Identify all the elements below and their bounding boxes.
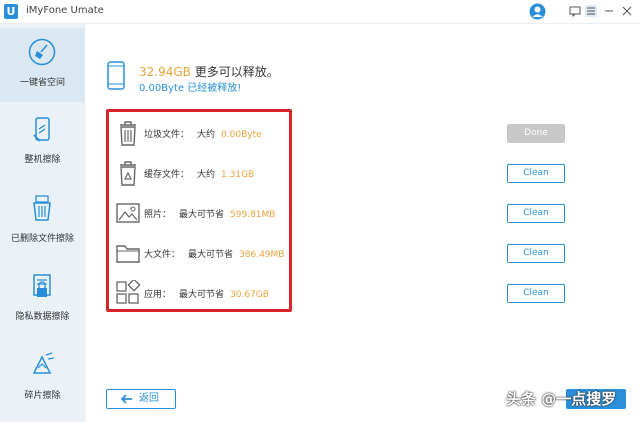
clean-cache-button[interactable]: Clean	[507, 164, 565, 183]
title-bar: U iMyFone Umate	[0, 0, 640, 24]
sidebar-item-erase-all[interactable]: 整机擦除	[0, 105, 85, 179]
sidebar-item-label: 碎片擦除	[24, 391, 61, 401]
private-data-icon	[33, 274, 51, 297]
back-button[interactable]: 返回	[106, 389, 176, 409]
sidebar-item-one-click-free-space[interactable]: 一键省空间	[0, 28, 85, 102]
sidebar-item-label: 整机擦除	[24, 155, 61, 165]
sidebar-item-erase-fragments[interactable]: 碎片擦除	[0, 341, 85, 415]
sidebar-item-erase-private-data[interactable]: 隐私数据擦除	[0, 262, 85, 336]
freed-summary: 0.00Byte 已经被释放!	[139, 83, 242, 94]
back-label: 返回	[139, 393, 159, 404]
broom-icon	[28, 38, 56, 66]
back-arrow-icon	[121, 394, 132, 404]
clean-large-files-button[interactable]: Clean	[507, 244, 565, 263]
sidebar-item-label: 已删除文件擦除	[10, 234, 74, 244]
close-icon[interactable]	[621, 5, 633, 17]
freeable-amount: 32.94GB	[139, 65, 191, 79]
main-panel: 32.94GB 更多可以释放。 0.00Byte 已经被释放! 垃圾文件： 大约 0…	[86, 24, 640, 422]
sidebar-item-label: 隐私数据擦除	[15, 312, 70, 322]
menu-icon[interactable]	[585, 5, 597, 17]
sidebar: 一键省空间 整机擦除 已删除文件擦除 隐私数据擦除 碎片擦除	[0, 24, 85, 422]
space-summary: 32.94GB 更多可以释放。	[139, 63, 279, 80]
phone-erase-icon	[33, 117, 50, 142]
app-logo-icon: U	[4, 4, 18, 19]
done-button[interactable]: Done	[507, 124, 565, 143]
feedback-icon[interactable]	[569, 5, 581, 17]
clean-photos-button[interactable]: Clean	[507, 204, 565, 223]
minimize-icon[interactable]	[603, 5, 615, 17]
phone-icon	[107, 61, 125, 90]
annotation-highlight-box	[106, 109, 292, 312]
watermark-text: 头条 @一点搜罗	[506, 390, 617, 408]
freeable-suffix: 更多可以释放。	[190, 65, 279, 79]
deleted-files-icon	[33, 195, 51, 221]
fragments-icon	[32, 352, 55, 374]
sidebar-item-label: 一键省空间	[19, 78, 65, 88]
user-account-icon[interactable]	[529, 3, 546, 20]
clean-apps-button[interactable]: Clean	[507, 284, 565, 303]
sidebar-item-erase-deleted-files[interactable]: 已删除文件擦除	[0, 184, 85, 258]
app-title: iMyFone Umate	[26, 5, 104, 16]
